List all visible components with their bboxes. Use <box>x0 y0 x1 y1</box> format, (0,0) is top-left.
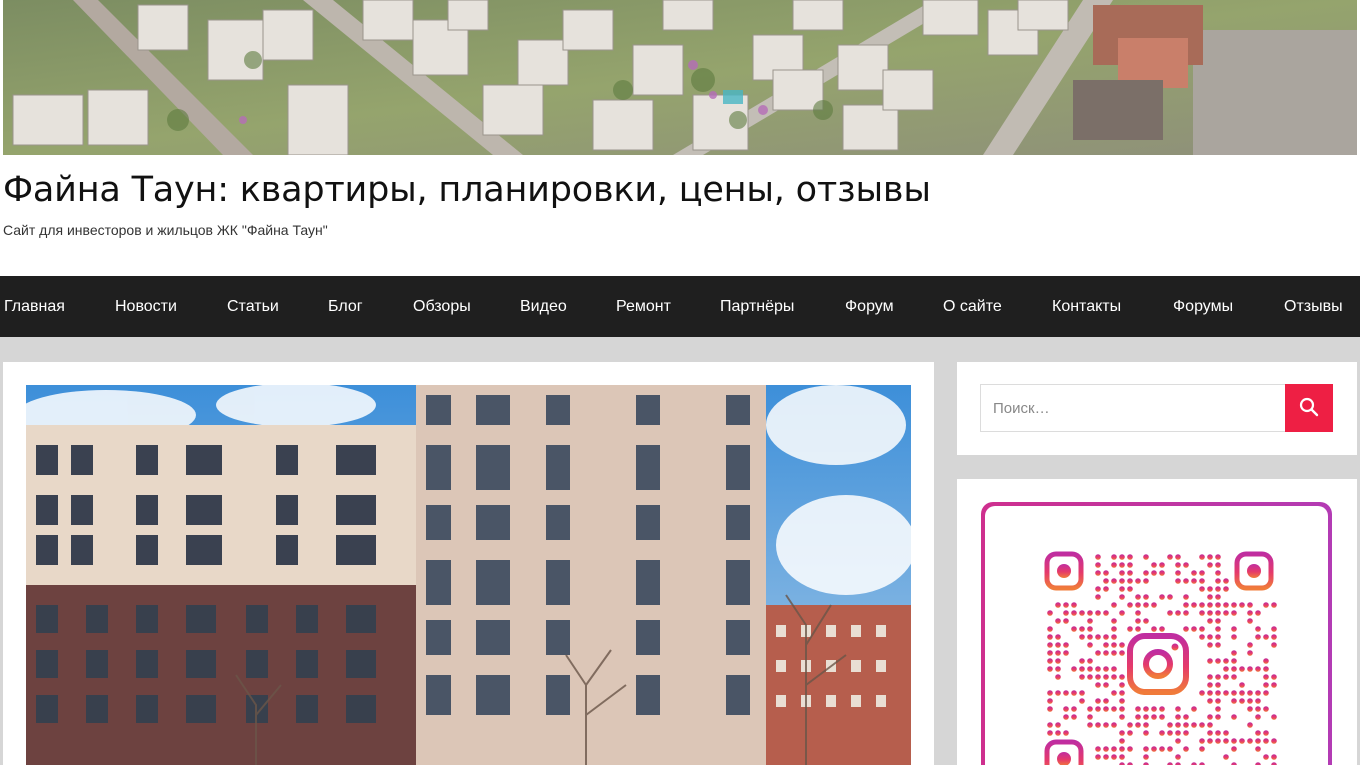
site-description: Сайт для инвесторов и жильцов ЖК "Файна … <box>3 222 328 238</box>
instagram-icon <box>1127 633 1189 695</box>
nav-item-home[interactable]: Главная <box>4 276 65 337</box>
nav-item-forum[interactable]: Форум <box>845 276 894 337</box>
nav-item-contacts[interactable]: Контакты <box>1052 276 1121 337</box>
nav-item-reviews[interactable]: Обзоры <box>413 276 471 337</box>
nav-item-forums[interactable]: Форумы <box>1173 276 1233 337</box>
nav-item-video[interactable]: Видео <box>520 276 567 337</box>
nav-item-news[interactable]: Новости <box>115 276 177 337</box>
site-title[interactable]: Файна Таун: квартиры, планировки, цены, … <box>3 170 931 210</box>
header-banner-image <box>3 0 1357 155</box>
nav-item-partners[interactable]: Партнёры <box>720 276 794 337</box>
nav-item-testimonials[interactable]: Отзывы <box>1284 276 1343 337</box>
post-featured-image[interactable] <box>26 385 911 765</box>
qr-code-image <box>1044 551 1277 765</box>
nav-item-repair[interactable]: Ремонт <box>616 276 671 337</box>
instagram-qr-card[interactable] <box>981 502 1332 765</box>
search-input[interactable] <box>980 384 1286 432</box>
nav-item-articles[interactable]: Статьи <box>227 276 279 337</box>
search-icon <box>1299 397 1319 420</box>
main-navigation: Главная Новости Статьи Блог Обзоры Видео… <box>0 276 1360 337</box>
nav-item-blog[interactable]: Блог <box>328 276 363 337</box>
nav-item-about[interactable]: О сайте <box>943 276 1002 337</box>
search-button[interactable] <box>1285 384 1333 432</box>
